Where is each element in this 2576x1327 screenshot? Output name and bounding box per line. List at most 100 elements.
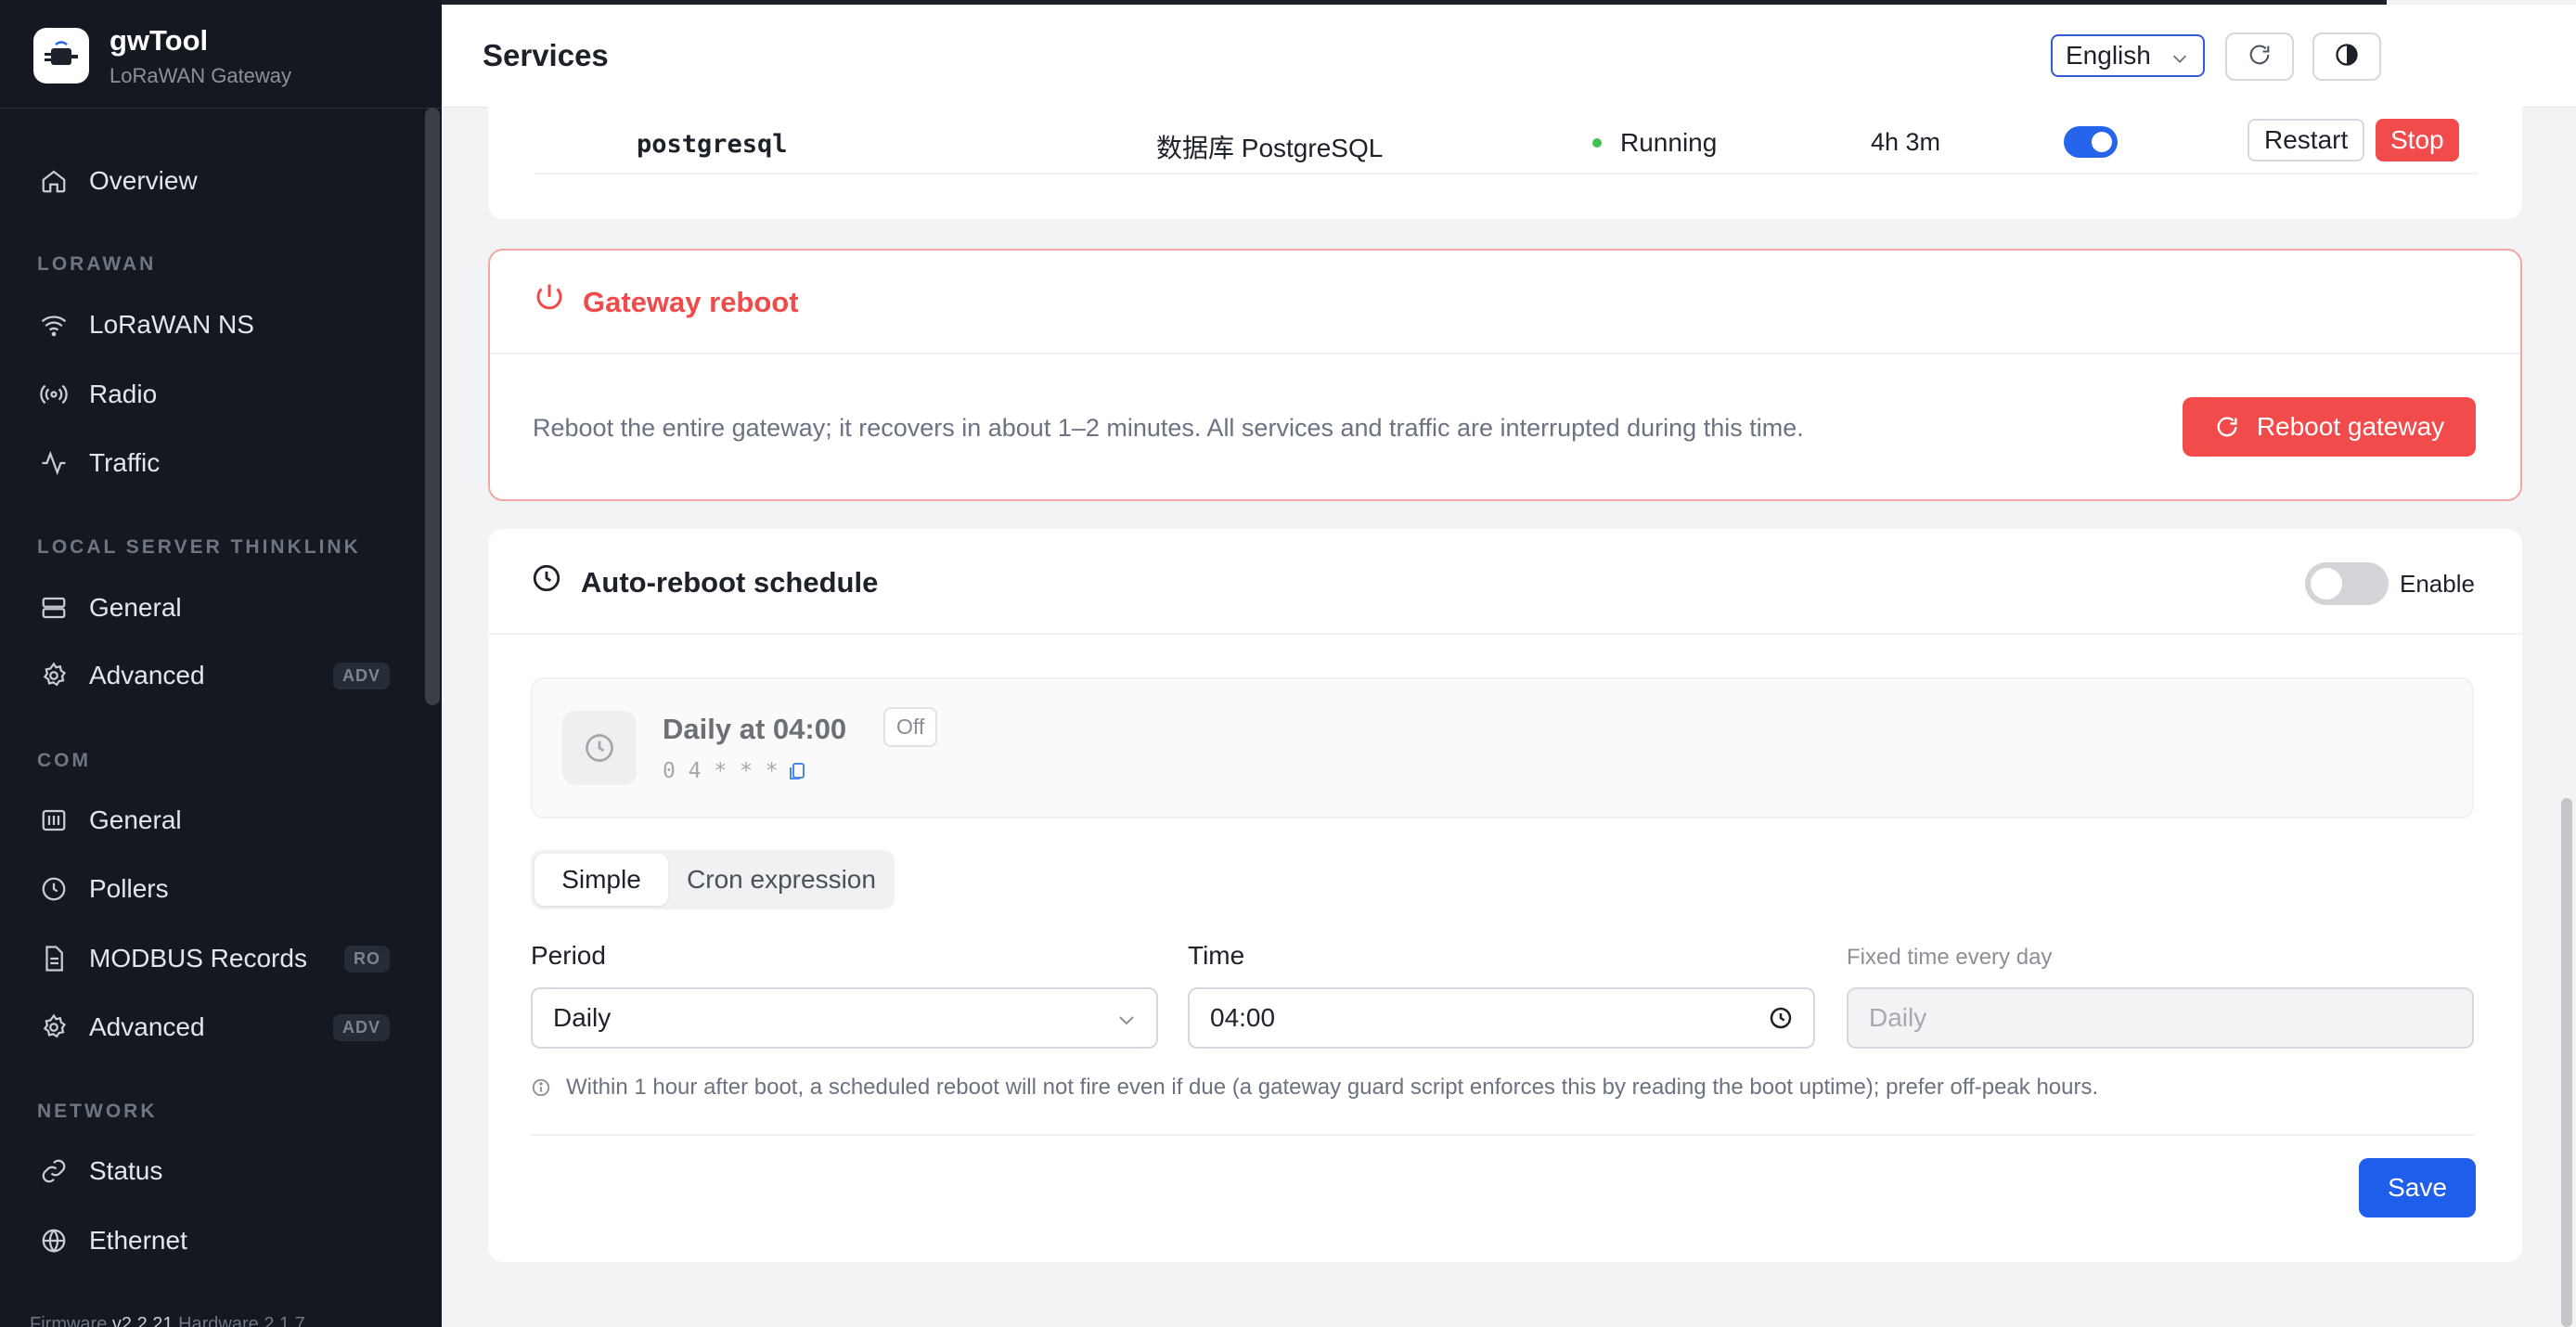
wifi-icon xyxy=(37,308,71,341)
clock-icon xyxy=(562,711,637,785)
status-badge: Off xyxy=(883,707,938,747)
activity-icon xyxy=(37,446,71,480)
power-icon xyxy=(533,280,566,318)
schedule-summary: Daily at 04:00 xyxy=(663,713,847,745)
card-title: Auto-reboot schedule xyxy=(581,566,879,599)
sidebar-item-com-general[interactable]: General xyxy=(37,792,390,848)
sidebar-item-label: General xyxy=(89,805,182,834)
enable-label: Enable xyxy=(2400,570,2475,598)
time-label: Time xyxy=(1188,941,1245,970)
cron-expression: 0 4 * * * xyxy=(663,759,808,783)
link-icon xyxy=(37,1154,71,1188)
gateway-logo-icon xyxy=(33,28,89,84)
refresh-icon xyxy=(2214,414,2240,440)
button-label: Reboot gateway xyxy=(2256,412,2445,441)
card-title: Gateway reboot xyxy=(583,286,799,318)
save-button[interactable]: Save xyxy=(2359,1158,2476,1217)
brand: gwTool LoRaWAN Gateway xyxy=(33,26,291,85)
radio-icon xyxy=(37,378,71,411)
sidebar-item-label: Status xyxy=(89,1156,163,1185)
sidebar-item-overview[interactable]: Overview xyxy=(37,153,390,209)
sidebar-section-lorawan: LORAWAN xyxy=(37,253,157,275)
app-name: gwTool xyxy=(109,23,209,57)
gear-icon xyxy=(37,1011,71,1044)
grid-icon xyxy=(37,804,71,837)
info-icon xyxy=(531,1077,551,1098)
sidebar-item-radio[interactable]: Radio xyxy=(37,367,390,422)
globe-icon xyxy=(37,1224,71,1257)
clock-icon[interactable] xyxy=(1767,1004,1795,1038)
restart-button[interactable]: Restart xyxy=(2248,119,2365,161)
clock-icon xyxy=(531,562,562,599)
service-status: Running xyxy=(1592,128,1717,158)
sidebar-item-thinklink-general[interactable]: General xyxy=(37,580,390,636)
auto-reboot-card: Auto-reboot schedule Enable Daily at 04:… xyxy=(488,529,2522,1262)
refresh-icon xyxy=(2247,42,2273,72)
language-value: English xyxy=(2066,41,2151,70)
sidebar-section-com: COM xyxy=(37,750,91,771)
period-select[interactable]: Daily xyxy=(531,987,1158,1049)
file-icon xyxy=(37,942,71,975)
status-text: Running xyxy=(1620,128,1718,157)
app-subtitle: LoRaWAN Gateway xyxy=(109,63,292,87)
ro-badge: RO xyxy=(344,945,390,973)
sidebar-item-label: Traffic xyxy=(89,448,161,477)
uptime-guard-hint: Within 1 hour after boot, a scheduled re… xyxy=(531,1075,2098,1101)
sidebar-item-lorawan-ns[interactable]: LoRaWAN NS xyxy=(37,297,390,353)
page-title: Services xyxy=(483,38,609,72)
mode-switch: Simple Cron expression xyxy=(531,850,895,909)
fixed-time-value: Daily xyxy=(1869,1003,1927,1032)
sidebar-scrollbar[interactable] xyxy=(425,108,440,705)
sidebar-item-pollers[interactable]: Pollers xyxy=(37,861,390,917)
period-label: Period xyxy=(531,941,606,970)
sidebar-item-label: General xyxy=(89,593,182,622)
sidebar-item-thinklink-advanced[interactable]: Advanced ADV xyxy=(37,648,390,703)
gear-icon xyxy=(37,659,71,692)
sidebar-item-com-advanced[interactable]: Advanced ADV xyxy=(37,999,390,1055)
adv-badge: ADV xyxy=(332,662,390,689)
sidebar-item-status[interactable]: Status xyxy=(37,1143,390,1199)
stop-button[interactable]: Stop xyxy=(2376,119,2459,161)
sidebar-item-modbus-records[interactable]: MODBUS Records RO xyxy=(37,931,390,986)
sidebar-item-label: Radio xyxy=(89,380,158,408)
time-input[interactable]: 04:00 xyxy=(1188,987,1815,1049)
theme-toggle-button[interactable] xyxy=(2312,32,2381,81)
sidebar: gwTool LoRaWAN Gateway Overview LORAWAN … xyxy=(0,0,442,1327)
sidebar-section-local-server: LOCAL SERVER THINKLINK xyxy=(37,536,361,558)
enable-toggle[interactable] xyxy=(2305,562,2389,605)
copy-icon[interactable] xyxy=(786,760,808,782)
reboot-gateway-button[interactable]: Reboot gateway xyxy=(2183,397,2476,457)
hint-text: Within 1 hour after boot, a scheduled re… xyxy=(566,1075,2099,1100)
server-icon xyxy=(37,591,71,625)
cron-text: 0 4 * * * xyxy=(663,759,779,783)
sidebar-section-network: NETWORK xyxy=(37,1101,158,1122)
language-select[interactable]: English xyxy=(2051,34,2205,77)
main-scrollbar[interactable] xyxy=(2561,798,2572,1327)
fixed-time-field: Daily xyxy=(1847,987,2474,1049)
sidebar-item-label: Advanced xyxy=(89,661,205,689)
sidebar-item-ethernet[interactable]: Ethernet xyxy=(37,1213,390,1269)
card-header: Gateway reboot xyxy=(490,251,2520,354)
table-row: postgresql 数据库 PostgreSQL Running 4h 3m … xyxy=(535,111,2478,174)
sidebar-item-label: MODBUS Records xyxy=(89,944,307,973)
sidebar-item-label: Ethernet xyxy=(89,1226,187,1255)
tab-cron-expression[interactable]: Cron expression xyxy=(672,854,891,906)
adv-badge: ADV xyxy=(332,1013,390,1041)
service-uptime: 4h 3m xyxy=(1871,128,1941,156)
tab-simple[interactable]: Simple xyxy=(535,854,668,906)
refresh-button[interactable] xyxy=(2225,32,2294,81)
card-header: Auto-reboot schedule Enable xyxy=(488,529,2522,635)
chevron-down-icon xyxy=(1115,1008,1138,1037)
sidebar-item-label: Pollers xyxy=(89,874,169,903)
period-value: Daily xyxy=(553,1003,612,1032)
sidebar-item-traffic[interactable]: Traffic xyxy=(37,435,390,491)
schedule-preview: Daily at 04:00 Off 0 4 * * * xyxy=(531,677,2474,818)
brand-divider xyxy=(0,108,442,109)
contrast-icon xyxy=(2334,42,2360,72)
services-card: postgresql 数据库 PostgreSQL Running 4h 3m … xyxy=(488,93,2522,219)
service-enable-toggle[interactable] xyxy=(2064,126,2118,158)
clock-icon xyxy=(37,872,71,906)
chevron-down-icon xyxy=(2170,45,2190,75)
running-dot-icon xyxy=(1592,138,1602,148)
fixed-time-label: Fixed time every day xyxy=(1847,945,2053,970)
